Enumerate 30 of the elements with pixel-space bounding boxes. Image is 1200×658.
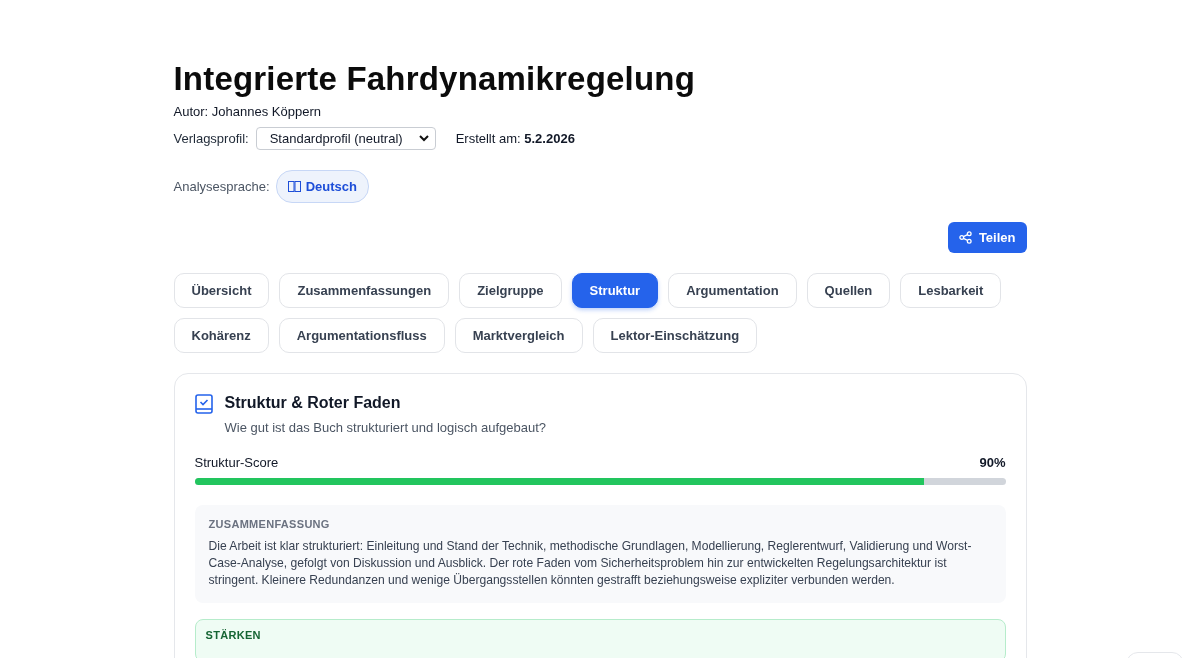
tab[interactable]: Lektor-Einschätzung bbox=[592, 318, 758, 353]
tab[interactable]: Struktur bbox=[571, 273, 659, 308]
share-button[interactable]: Teilen bbox=[947, 222, 1027, 253]
tab[interactable]: Quellen bbox=[806, 273, 891, 308]
tab[interactable]: Übersicht bbox=[173, 273, 270, 308]
tab[interactable]: Argumentationsfluss bbox=[278, 318, 445, 353]
chevron-down-icon bbox=[418, 135, 429, 142]
tab[interactable]: Marktvergleich bbox=[454, 318, 583, 353]
score-label: Struktur-Score bbox=[194, 455, 279, 470]
created-date: Erstellt am: 5.2.2026 bbox=[455, 131, 575, 146]
share-icon bbox=[958, 231, 972, 244]
card-title: Struktur & Roter Faden bbox=[224, 394, 402, 412]
tab[interactable]: Lesbarkeit bbox=[900, 273, 1002, 308]
card-subtitle: Wie gut ist das Buch strukturiert und logisch aufgebaut? bbox=[224, 420, 547, 435]
summary-text: Die Arbeit ist klar strukturiert: Einleitung und Stand der Technik, methodische Grundlagen, Modellierung, Reglerentwurf, Validierung und Worst-Case-Analyse, gefolgt von Diskussion und Ausblick. Der rote Faden vom Sicherheitsproblem hin zur entwickelten Regelungsarchitektur ist stringent. Kleinere Redundanzen und wenige Übergangsstellen könnten gestrafft beziehungsweise expliziter verbunden werden. bbox=[208, 538, 973, 589]
tab[interactable]: Zusammenfassungen bbox=[279, 273, 450, 308]
book-icon bbox=[287, 181, 301, 192]
language-label: Analysesprache: bbox=[173, 179, 270, 194]
summary-heading: ZUSAMMENFASSUNG bbox=[208, 518, 331, 530]
checklist-book-icon bbox=[194, 394, 213, 414]
score-value: 90% bbox=[979, 455, 1006, 470]
profile-select[interactable]: Standardprofil (neutral) bbox=[255, 127, 436, 150]
profile-label: Verlagsprofil: bbox=[173, 131, 249, 146]
author-text: Autor: Johannes Köppern bbox=[173, 104, 322, 119]
language-chip[interactable]: Deutsch bbox=[275, 170, 369, 203]
tab[interactable]: Zielgruppe bbox=[459, 273, 562, 308]
strengths-heading: STÄRKEN bbox=[205, 629, 262, 641]
tab[interactable]: Kohärenz bbox=[173, 318, 269, 353]
page-title: Integrierte Fahrdynamikregelung bbox=[173, 60, 696, 98]
tab[interactable]: Argumentation bbox=[668, 273, 797, 308]
